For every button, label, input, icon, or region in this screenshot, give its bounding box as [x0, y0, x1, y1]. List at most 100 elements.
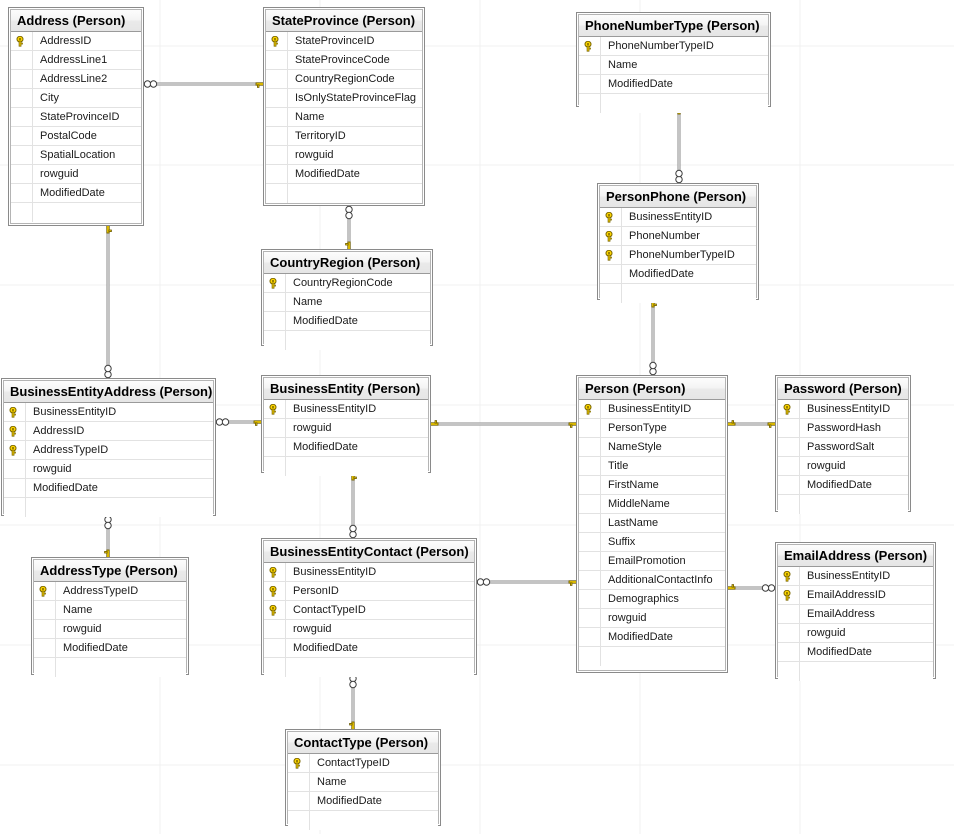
table-addresstype[interactable]: AddressType (Person) AddressTypeID Name row…	[31, 557, 189, 677]
table-column-row[interactable]: PasswordSalt	[778, 438, 908, 457]
table-column-row[interactable]: rowguid	[11, 165, 141, 184]
table-column-row[interactable]: PhoneNumber	[600, 227, 756, 246]
table-column-row[interactable]: Title	[579, 457, 725, 476]
table-column-row[interactable]: PersonType	[579, 419, 725, 438]
table-title[interactable]: PhoneNumberType (Person)	[579, 15, 768, 37]
table-column-row[interactable]: ModifiedDate	[264, 312, 430, 331]
table-column-row[interactable]: ModifiedDate	[288, 792, 438, 811]
table-column-row[interactable]: rowguid	[266, 146, 422, 165]
rel-address-businessentityaddress[interactable]	[103, 216, 113, 379]
table-column-row[interactable]: City	[11, 89, 141, 108]
table-column-row[interactable]: AdditionalContactInfo	[579, 571, 725, 590]
table-column-row[interactable]: BusinessEntityID	[600, 208, 756, 227]
table-column-row[interactable]: IsOnlyStateProvinceFlag	[266, 89, 422, 108]
table-title[interactable]: AddressType (Person)	[34, 560, 186, 582]
table-title[interactable]: EmailAddress (Person)	[778, 545, 933, 567]
table-address[interactable]: Address (Person) AddressID AddressLine1 Add…	[8, 7, 144, 226]
table-password[interactable]: Password (Person) BusinessEntityID Passwor…	[775, 375, 911, 514]
table-title[interactable]: CountryRegion (Person)	[264, 252, 430, 274]
table-column-row[interactable]: PostalCode	[11, 127, 141, 146]
table-businessentityaddress[interactable]: BusinessEntityAddress (Person) BusinessEn…	[1, 378, 216, 517]
table-column-row[interactable]: PhoneNumberTypeID	[600, 246, 756, 265]
table-column-row[interactable]: Name	[579, 56, 768, 75]
table-column-row[interactable]: BusinessEntityID	[778, 567, 933, 586]
table-column-row[interactable]: rowguid	[778, 624, 933, 643]
table-contacttype[interactable]: ContactType (Person) ContactTypeID Name Mod…	[285, 729, 441, 830]
table-column-row[interactable]: rowguid	[264, 419, 428, 438]
table-column-row[interactable]: rowguid	[264, 620, 474, 639]
table-column-row[interactable]: StateProvinceCode	[266, 51, 422, 70]
table-column-row[interactable]: AddressLine1	[11, 51, 141, 70]
table-title[interactable]: Person (Person)	[579, 378, 725, 400]
table-column-row[interactable]: ModifiedDate	[4, 479, 213, 498]
table-title[interactable]: BusinessEntityAddress (Person)	[4, 381, 213, 403]
table-column-row[interactable]: PersonID	[264, 582, 474, 601]
table-column-row[interactable]: FirstName	[579, 476, 725, 495]
table-person[interactable]: Person (Person) BusinessEntityID PersonTyp…	[576, 375, 728, 673]
table-column-row[interactable]: ModifiedDate	[778, 476, 908, 495]
table-column-row[interactable]: Name	[264, 293, 430, 312]
table-column-row[interactable]: PasswordHash	[778, 419, 908, 438]
table-column-row[interactable]: Demographics	[579, 590, 725, 609]
table-column-row[interactable]: rowguid	[34, 620, 186, 639]
rel-personphone-person[interactable]	[648, 290, 658, 376]
table-column-row[interactable]: ContactTypeID	[288, 754, 438, 773]
table-title[interactable]: ContactType (Person)	[288, 732, 438, 754]
table-column-row[interactable]: Name	[288, 773, 438, 792]
table-column-row[interactable]: EmailAddressID	[778, 586, 933, 605]
table-column-row[interactable]: ModifiedDate	[264, 639, 474, 658]
table-column-row[interactable]: AddressTypeID	[4, 441, 213, 460]
table-title[interactable]: Password (Person)	[778, 378, 908, 400]
table-column-row[interactable]: BusinessEntityID	[4, 403, 213, 422]
table-column-row[interactable]: Name	[34, 601, 186, 620]
table-column-row[interactable]: MiddleName	[579, 495, 725, 514]
table-column-row[interactable]: StateProvinceID	[266, 32, 422, 51]
table-column-row[interactable]: CountryRegionCode	[266, 70, 422, 89]
table-column-row[interactable]: NameStyle	[579, 438, 725, 457]
table-column-row[interactable]: AddressID	[4, 422, 213, 441]
table-column-row[interactable]: AddressTypeID	[34, 582, 186, 601]
table-column-row[interactable]: PhoneNumberTypeID	[579, 37, 768, 56]
table-column-row[interactable]: ContactTypeID	[264, 601, 474, 620]
table-column-row[interactable]: EmailAddress	[778, 605, 933, 624]
table-title[interactable]: BusinessEntity (Person)	[264, 378, 428, 400]
table-column-row[interactable]: SpatialLocation	[11, 146, 141, 165]
table-column-row[interactable]: BusinessEntityID	[579, 400, 725, 419]
table-column-row[interactable]: ModifiedDate	[11, 184, 141, 203]
table-column-row[interactable]: rowguid	[579, 609, 725, 628]
table-column-row[interactable]: CountryRegionCode	[264, 274, 430, 293]
table-countryregion[interactable]: CountryRegion (Person) CountryRegionCode N…	[261, 249, 433, 350]
table-column-row[interactable]: TerritoryID	[266, 127, 422, 146]
table-column-row[interactable]: Suffix	[579, 533, 725, 552]
table-column-row[interactable]: AddressLine2	[11, 70, 141, 89]
table-emailaddress[interactable]: EmailAddress (Person) BusinessEntityID Ema…	[775, 542, 936, 681]
table-businessentitycontact[interactable]: BusinessEntityContact (Person) BusinessEn…	[261, 538, 477, 677]
rel-businessentity-person[interactable]	[421, 419, 586, 429]
table-column-row[interactable]: BusinessEntityID	[264, 563, 474, 582]
database-diagram-canvas[interactable]: Address (Person) AddressID AddressLine1 Add…	[0, 0, 954, 834]
table-column-row[interactable]: ModifiedDate	[778, 643, 933, 662]
table-title[interactable]: StateProvince (Person)	[266, 10, 422, 32]
table-column-row[interactable]: ModifiedDate	[600, 265, 756, 284]
table-businessentity[interactable]: BusinessEntity (Person) BusinessEntityID r…	[261, 375, 431, 476]
table-column-row[interactable]: ModifiedDate	[34, 639, 186, 658]
table-title[interactable]: BusinessEntityContact (Person)	[264, 541, 474, 563]
rel-becontact-person[interactable]	[476, 577, 586, 587]
table-personphone[interactable]: PersonPhone (Person) BusinessEntityID Phon…	[597, 183, 759, 303]
table-column-row[interactable]: BusinessEntityID	[264, 400, 428, 419]
table-column-row[interactable]: BusinessEntityID	[778, 400, 908, 419]
table-column-row[interactable]: rowguid	[778, 457, 908, 476]
table-phonenumbertype[interactable]: PhoneNumberType (Person) PhoneNumberTypeI…	[576, 12, 771, 113]
table-title[interactable]: PersonPhone (Person)	[600, 186, 756, 208]
table-column-row[interactable]: EmailPromotion	[579, 552, 725, 571]
rel-address-stateprovince[interactable]	[143, 79, 273, 89]
table-column-row[interactable]: ModifiedDate	[266, 165, 422, 184]
table-column-row[interactable]: ModifiedDate	[264, 438, 428, 457]
table-column-row[interactable]: ModifiedDate	[579, 75, 768, 94]
table-column-row[interactable]: ModifiedDate	[579, 628, 725, 647]
table-column-row[interactable]: rowguid	[4, 460, 213, 479]
table-stateprovince[interactable]: StateProvince (Person) StateProvinceID Sta…	[263, 7, 425, 206]
table-column-row[interactable]: Name	[266, 108, 422, 127]
table-title[interactable]: Address (Person)	[11, 10, 141, 32]
table-column-row[interactable]: AddressID	[11, 32, 141, 51]
